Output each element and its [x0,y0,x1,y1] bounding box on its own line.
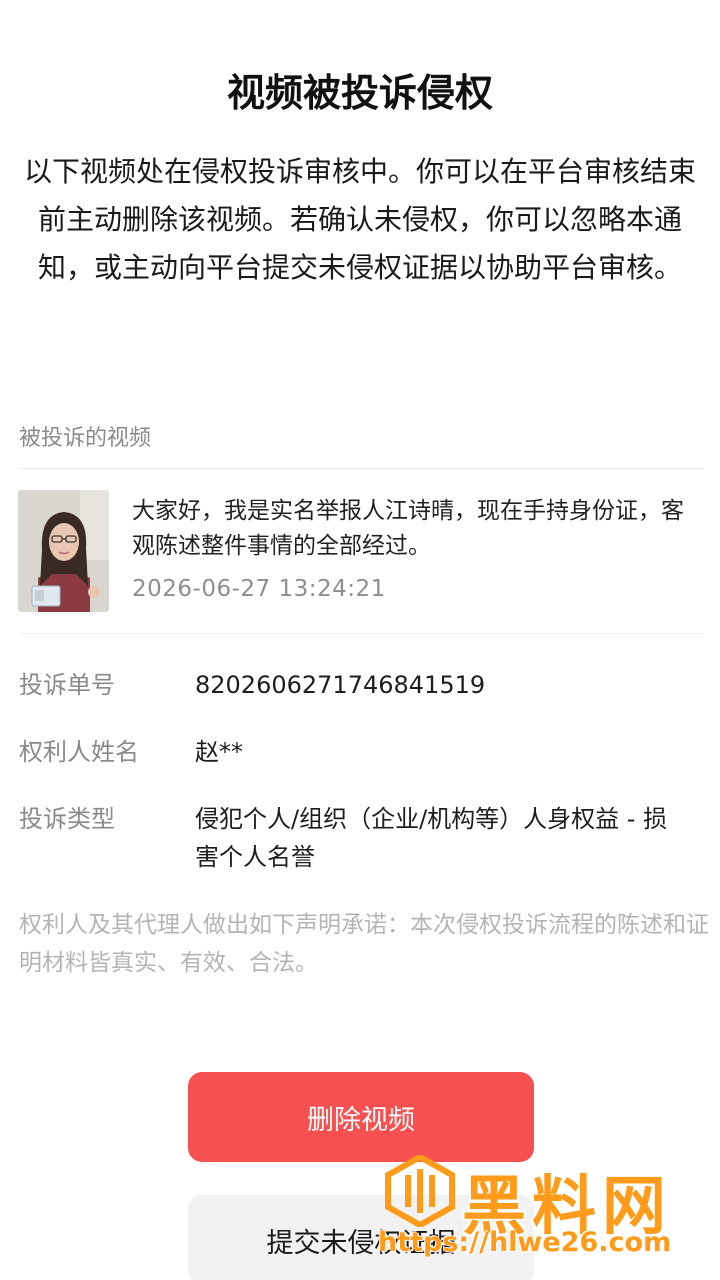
watermark-logo-icon [382,1153,458,1231]
video-thumbnail[interactable] [18,490,109,612]
rights-holder-statement: 权利人及其代理人做出如下声明承诺：本次侵权投诉流程的陈述和证明材料皆真实、有效、… [19,912,709,976]
watermark: 黑料网 https://hlwe26.com [378,1153,708,1265]
complained-video-card[interactable]: 大家好，我是实名举报人江诗晴，现在手持身份证，客观陈述整件事情的全部经过。 20… [18,490,704,615]
notice-description: 以下视频处在侵权投诉审核中。你可以在平台审核结束前主动删除该视频。若确认未侵权，… [24,155,697,284]
detail-label: 投诉类型 [19,805,115,833]
detail-label: 投诉单号 [19,671,115,699]
divider [19,468,704,469]
delete-video-button[interactable]: 删除视频 [188,1072,534,1162]
detail-value: 8202606271746841519 [195,671,486,699]
detail-value: 侵犯个人/组织（企业/机构等）人身权益 - 损害个人名誉 [195,805,668,871]
detail-value: 赵** [195,738,243,766]
detail-label: 权利人姓名 [19,738,139,766]
watermark-url: https://hlwe26.com [378,1227,672,1258]
video-caption: 大家好，我是实名举报人江诗晴，现在手持身份证，客观陈述整件事情的全部经过。 [132,498,684,559]
section-label-video: 被投诉的视频 [19,426,152,451]
page-title: 视频被投诉侵权 [226,71,493,115]
video-timestamp: 2026-06-27 13:24:21 [132,576,386,602]
divider [19,633,704,634]
